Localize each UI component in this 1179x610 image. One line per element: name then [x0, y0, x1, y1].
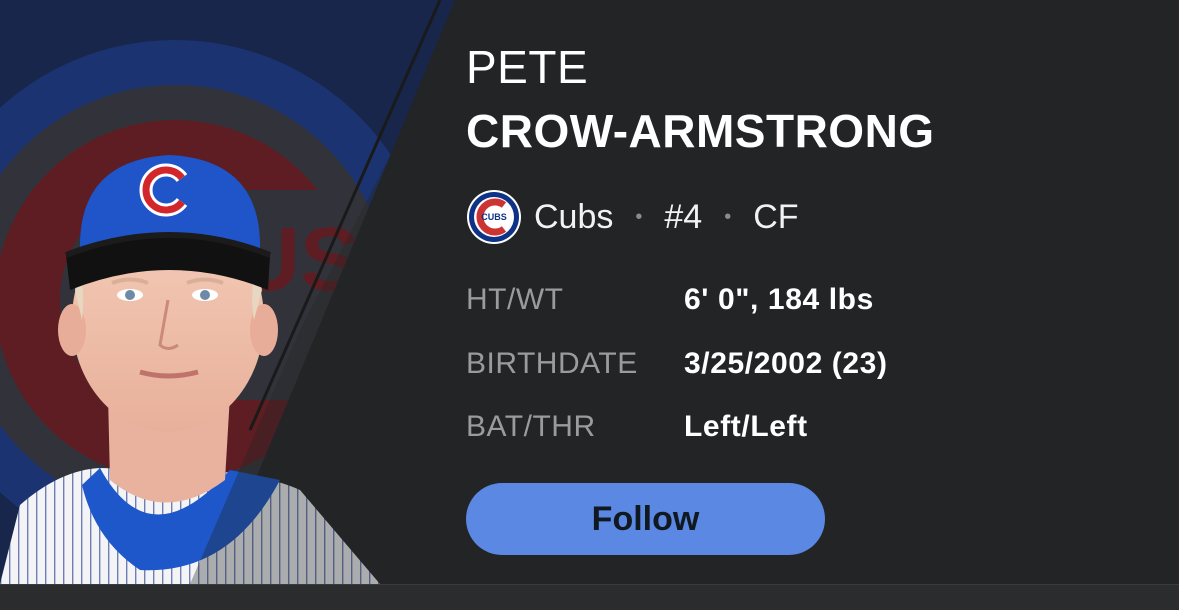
player-info: PETE CROW-ARMSTRONG CUBS Cubs • #4 • CF …	[466, 0, 1179, 584]
separator: •	[635, 205, 643, 228]
player-last-name: CROW-ARMSTRONG	[466, 105, 935, 157]
follow-button[interactable]: Follow	[466, 483, 825, 555]
team-logo-text: CUBS	[481, 212, 507, 222]
stat-row-bat-thr: BAT/THR Left/Left	[466, 407, 808, 447]
team-row: CUBS Cubs • #4 • CF	[466, 188, 799, 246]
stat-value: Left/Left	[684, 410, 808, 443]
separator: •	[724, 205, 732, 228]
stat-row-ht-wt: HT/WT 6' 0", 184 lbs	[466, 280, 874, 320]
stat-value: 3/25/2002 (23)	[684, 347, 888, 380]
cubs-logo-icon[interactable]: CUBS	[466, 189, 522, 245]
stat-label: BIRTHDATE	[466, 347, 638, 380]
player-position: CF	[753, 197, 799, 236]
jersey-number: #4	[664, 197, 703, 236]
stat-row-birthdate: BIRTHDATE 3/25/2002 (23)	[466, 344, 888, 384]
player-headshot: US	[0, 0, 470, 584]
stat-label: BAT/THR	[466, 410, 596, 443]
player-first-name: PETE	[466, 41, 589, 93]
stat-label: HT/WT	[466, 283, 564, 316]
stat-value: 6' 0", 184 lbs	[684, 283, 874, 316]
bottom-bar	[0, 584, 1179, 610]
team-name[interactable]: Cubs	[534, 198, 613, 237]
player-header-card: US PETE CROW-ARMSTRONG CUBS Cubs • #4 • …	[0, 0, 1179, 584]
